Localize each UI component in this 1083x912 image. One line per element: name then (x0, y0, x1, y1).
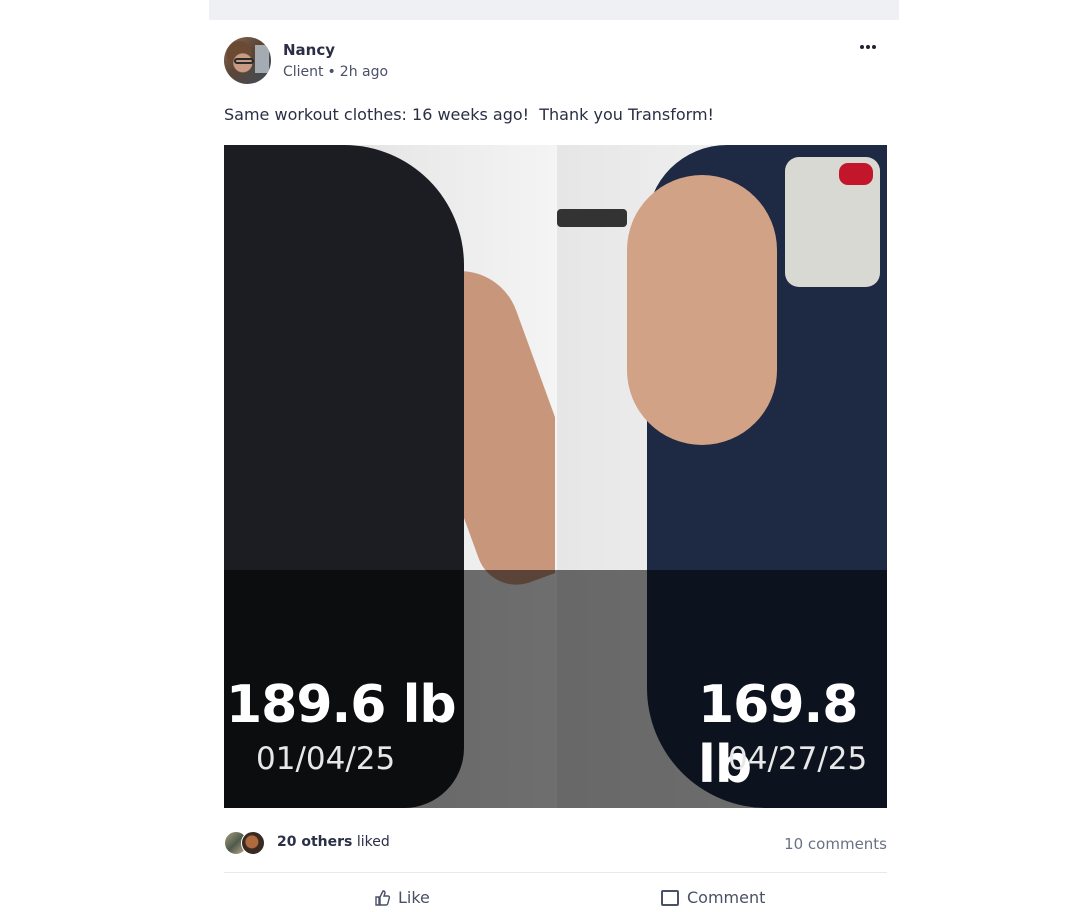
phone-camera (839, 163, 873, 185)
wall-hook (557, 209, 627, 227)
previous-post-edge (209, 0, 899, 21)
comment-button[interactable]: Comment (661, 888, 765, 907)
post-actions: Like Comment (224, 882, 887, 912)
progress-photo[interactable]: 189.6 lb 01/04/25 169.8 lb 04/27/25 (224, 145, 887, 808)
more-dots-icon (860, 45, 864, 49)
post-card: Nancy Client • 2h ago Same workout cloth… (209, 20, 899, 907)
liker-avatars[interactable] (224, 831, 268, 855)
avatar-glasses (234, 58, 254, 64)
author-role: Client (283, 64, 324, 80)
comments-count-link[interactable]: 10 comments (784, 835, 887, 853)
action-divider (224, 872, 887, 873)
comment-icon (661, 889, 679, 906)
likes-count: 20 others (277, 834, 353, 850)
author-avatar[interactable] (224, 37, 271, 84)
likes-summary[interactable]: 20 others liked (277, 834, 390, 850)
after-weight: 169.8 lb (698, 675, 858, 795)
like-button[interactable]: Like (374, 888, 430, 907)
post-caption: Same workout clothes: 16 weeks ago! Than… (224, 105, 714, 124)
more-options-button[interactable] (856, 37, 880, 57)
like-label: Like (398, 888, 430, 907)
before-weight: 189.6 lb (226, 675, 457, 735)
after-date: 04/27/25 (728, 741, 868, 777)
comment-label: Comment (687, 888, 766, 907)
after-arm (627, 175, 777, 445)
post-time: 2h ago (339, 64, 389, 80)
post-meta: Client • 2h ago (283, 64, 388, 80)
author-name[interactable]: Nancy (283, 41, 335, 59)
likes-suffix: liked (352, 834, 390, 850)
more-dots-icon-dot (872, 45, 876, 49)
meta-separator: • (327, 64, 336, 80)
avatar-background (255, 45, 269, 73)
thumbs-up-icon (375, 889, 390, 906)
more-dots-icon-dot (866, 45, 870, 49)
before-date: 01/04/25 (256, 741, 396, 777)
likes-row: 20 others liked 10 comments (224, 830, 887, 858)
liker-avatar (241, 831, 265, 855)
post-header: Nancy Client • 2h ago (224, 37, 884, 87)
